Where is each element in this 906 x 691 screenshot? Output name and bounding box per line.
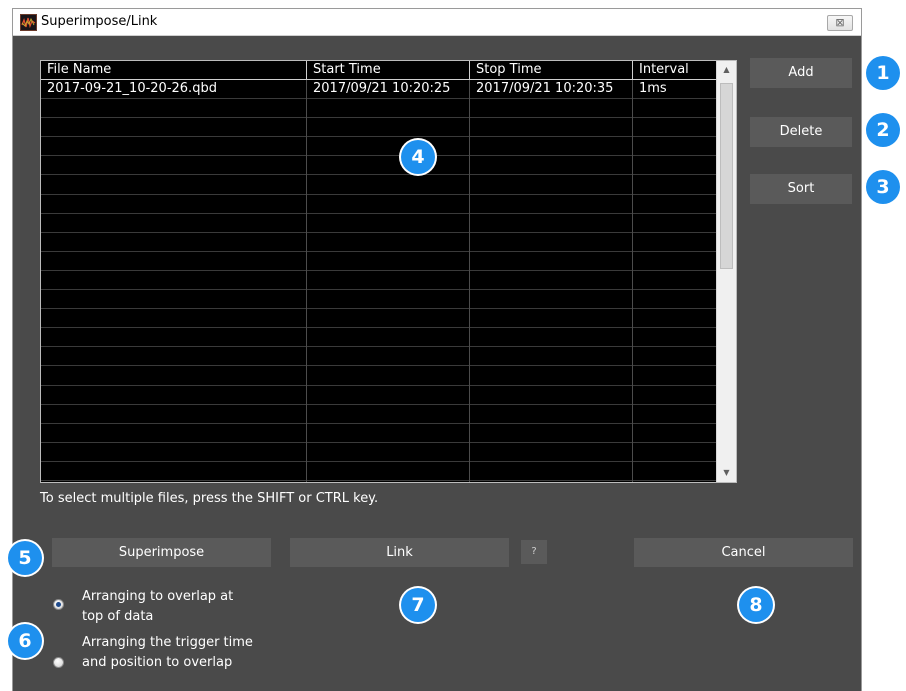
radio-label: Arranging the trigger time and position …	[82, 633, 282, 673]
header-divider[interactable]	[306, 61, 307, 79]
add-button[interactable]: Add	[750, 58, 852, 88]
radio-button-unselected[interactable]	[53, 657, 64, 668]
table-row[interactable]	[41, 271, 716, 290]
callout-badge-5: 5	[8, 541, 42, 575]
table-header: File Name Start Time Stop Time Interval	[41, 61, 716, 80]
table-row[interactable]	[41, 137, 716, 157]
table-row[interactable]	[41, 328, 716, 348]
table-row[interactable]	[41, 462, 716, 481]
radio-label-line: and position to overlap	[82, 655, 233, 670]
column-header-start-time[interactable]: Start Time	[307, 61, 470, 79]
close-button[interactable]: ⊠	[827, 15, 853, 31]
radio-trigger-time-overlap[interactable]: Arranging the trigger time and position …	[53, 633, 293, 675]
column-divider	[469, 61, 470, 482]
callout-badge-1: 1	[866, 56, 900, 90]
vertical-scrollbar[interactable]: ▲ ▼	[716, 61, 736, 482]
table-row[interactable]: 2017-09-21_10-20-26.qbd 2017/09/21 10:20:…	[41, 80, 716, 99]
table-row[interactable]	[41, 233, 716, 252]
file-list-table[interactable]: 2017-09-21_10-20-26.qbd 2017/09/21 10:20:…	[40, 60, 737, 483]
superimpose-button[interactable]: Superimpose	[52, 538, 271, 567]
sort-button[interactable]: Sort	[750, 174, 852, 204]
table-row[interactable]	[41, 156, 716, 176]
table-row[interactable]	[41, 367, 716, 386]
column-header-file-name[interactable]: File Name	[41, 61, 307, 79]
table-row[interactable]	[41, 443, 716, 462]
table-row[interactable]	[41, 309, 716, 329]
table-row[interactable]	[41, 290, 716, 310]
column-header-interval[interactable]: Interval	[633, 61, 716, 79]
callout-badge-8: 8	[739, 588, 773, 622]
callout-badge-6: 6	[8, 624, 42, 658]
radio-label-line: Arranging to overlap at	[82, 589, 234, 604]
radio-overlap-top-of-data[interactable]: Arranging to overlap at top of data	[53, 587, 293, 629]
callout-badge-4: 4	[401, 140, 435, 174]
radio-label: Arranging to overlap at top of data	[82, 587, 282, 627]
table-row[interactable]	[41, 118, 716, 138]
radio-label-line: top of data	[82, 609, 154, 624]
column-divider	[632, 61, 633, 482]
title-bar: Superimpose/Link ⊠	[13, 9, 861, 36]
table-row[interactable]	[41, 214, 716, 233]
callout-badge-3: 3	[866, 170, 900, 204]
table-row[interactable]	[41, 347, 716, 367]
window-title: Superimpose/Link	[41, 14, 158, 29]
link-button[interactable]: Link	[290, 538, 509, 567]
cell-start-time: 2017/09/21 10:20:25	[313, 81, 451, 96]
app-waveform-icon	[20, 14, 37, 31]
callout-badge-2: 2	[866, 113, 900, 147]
table-row[interactable]	[41, 99, 716, 119]
multi-select-hint: To select multiple files, press the SHIF…	[40, 491, 379, 506]
table-row[interactable]	[41, 386, 716, 405]
header-divider[interactable]	[469, 61, 470, 79]
table-row[interactable]	[41, 195, 716, 214]
superimpose-link-dialog: Superimpose/Link ⊠ 2017-09-21_10-20-26.q…	[12, 8, 862, 691]
scroll-up-arrow-icon[interactable]: ▲	[717, 61, 736, 79]
radio-label-line: Arranging the trigger time	[82, 635, 253, 650]
table-row[interactable]	[41, 252, 716, 271]
callout-badge-7: 7	[401, 588, 435, 622]
scroll-thumb[interactable]	[720, 83, 733, 269]
cell-file-name: 2017-09-21_10-20-26.qbd	[47, 81, 217, 96]
scroll-down-arrow-icon[interactable]: ▼	[717, 464, 736, 482]
cancel-button[interactable]: Cancel	[634, 538, 853, 567]
radio-button-selected[interactable]	[53, 599, 64, 610]
column-header-stop-time[interactable]: Stop Time	[470, 61, 633, 79]
table-row[interactable]	[41, 176, 716, 195]
table-row[interactable]	[41, 424, 716, 443]
table-row[interactable]	[41, 405, 716, 424]
delete-button[interactable]: Delete	[750, 117, 852, 147]
cell-interval: 1ms	[639, 81, 667, 96]
header-divider[interactable]	[632, 61, 633, 79]
help-button[interactable]: ?	[521, 540, 547, 564]
cell-stop-time: 2017/09/21 10:20:35	[476, 81, 614, 96]
column-divider	[306, 61, 307, 482]
